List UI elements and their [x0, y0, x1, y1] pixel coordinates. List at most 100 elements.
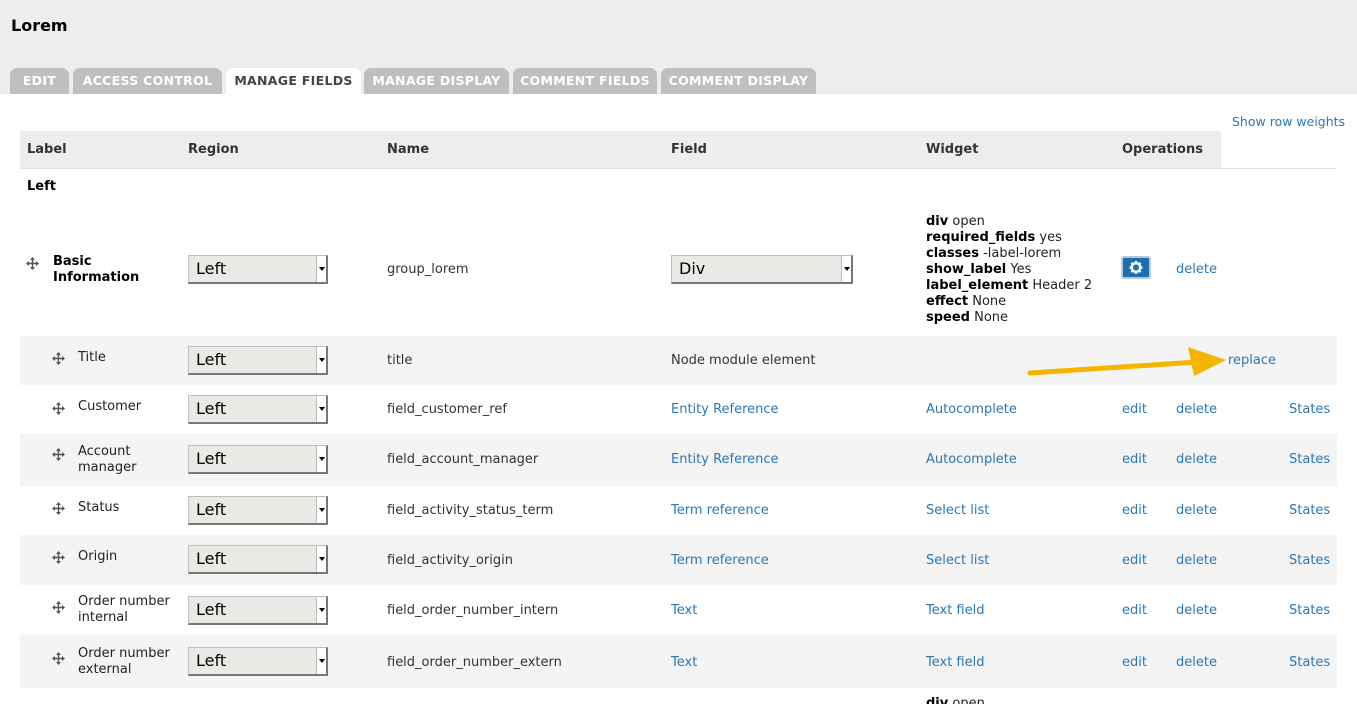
- widget-link[interactable]: Autocomplete: [926, 402, 1017, 417]
- column-header-region: Region: [188, 142, 239, 157]
- drag-handle-icon[interactable]: [52, 652, 65, 665]
- format-settings-button[interactable]: [1121, 256, 1151, 279]
- region-select[interactable]: Left: [188, 647, 328, 676]
- drag-handle-icon[interactable]: [52, 601, 65, 614]
- region-select[interactable]: Left: [188, 346, 328, 375]
- states-link[interactable]: States: [1289, 655, 1330, 670]
- widget-link[interactable]: Text field: [926, 655, 984, 670]
- field-machine-name: field_customer_ref: [387, 402, 507, 417]
- table-row: Customer Left field_customer_ref Entity …: [20, 385, 1337, 434]
- region-select[interactable]: Left: [188, 255, 328, 284]
- summary-line: required_fields yes: [926, 230, 1062, 245]
- field-label: Order number internal: [78, 594, 170, 625]
- edit-link[interactable]: edit: [1122, 503, 1147, 518]
- field-machine-name: field_activity_status_term: [387, 503, 554, 518]
- drag-handle-icon[interactable]: [52, 448, 65, 461]
- page-header: Lorem EDIT ACCESS CONTROL MANAGE FIELDS …: [0, 0, 1357, 94]
- table-row: Order number external Left field_order_n…: [20, 635, 1337, 688]
- field-type: Node module element: [671, 353, 816, 368]
- field-type-link[interactable]: Term reference: [671, 503, 769, 518]
- chevron-down-icon: [316, 597, 326, 623]
- edit-link[interactable]: edit: [1122, 655, 1147, 670]
- field-label: Order number external: [78, 646, 170, 677]
- group-machine-name: group_lorem: [387, 262, 469, 277]
- states-link[interactable]: States: [1289, 603, 1330, 618]
- chevron-down-icon: [316, 648, 326, 674]
- show-row-weights-link[interactable]: Show row weights: [1232, 114, 1345, 129]
- delete-link[interactable]: delete: [1176, 655, 1217, 670]
- table-row-group: Basic Information Left group_lorem Div d…: [20, 199, 1337, 336]
- edit-link[interactable]: edit: [1122, 603, 1147, 618]
- summary-line: show_label Yes: [926, 262, 1032, 277]
- states-link[interactable]: States: [1289, 553, 1330, 568]
- column-header-label: Label: [27, 142, 67, 157]
- tab-edit[interactable]: EDIT: [10, 68, 69, 94]
- annotation-arrow-icon: [1027, 347, 1226, 376]
- field-label: Title: [78, 350, 106, 365]
- field-label: Account manager: [78, 444, 137, 475]
- delete-link[interactable]: delete: [1176, 603, 1217, 618]
- region-select[interactable]: Left: [188, 395, 328, 424]
- column-header-widget: Widget: [926, 142, 979, 157]
- table-row: Origin Left field_activity_origin Term r…: [20, 535, 1337, 585]
- delete-link[interactable]: delete: [1176, 503, 1217, 518]
- field-machine-name: field_order_number_intern: [387, 603, 559, 618]
- tab-manage-fields[interactable]: MANAGE FIELDS: [226, 68, 361, 94]
- field-machine-name: field_order_number_extern: [387, 655, 562, 670]
- chevron-down-icon: [316, 347, 326, 373]
- delete-link[interactable]: delete: [1176, 402, 1217, 417]
- widget-link[interactable]: Text field: [926, 603, 984, 618]
- group-format-summary: div open: [926, 696, 985, 704]
- field-type-link[interactable]: Term reference: [671, 553, 769, 568]
- drag-handle-icon[interactable]: [52, 502, 65, 515]
- group-label: Basic Information: [53, 254, 140, 285]
- delete-link[interactable]: delete: [1176, 553, 1217, 568]
- edit-link[interactable]: edit: [1122, 452, 1147, 467]
- region-select[interactable]: Left: [188, 596, 328, 625]
- field-label: Origin: [78, 549, 118, 564]
- tab-access-control[interactable]: ACCESS CONTROL: [73, 68, 222, 94]
- states-link[interactable]: States: [1289, 402, 1330, 417]
- delete-link[interactable]: delete: [1176, 452, 1217, 467]
- summary-line: label_element Header 2: [926, 278, 1093, 293]
- widget-link[interactable]: Autocomplete: [926, 452, 1017, 467]
- column-header-name: Name: [387, 142, 430, 157]
- chevron-down-icon: [316, 446, 326, 472]
- chevron-down-icon: [316, 497, 326, 523]
- replace-link[interactable]: replace: [1228, 353, 1276, 368]
- drag-handle-icon[interactable]: [52, 402, 65, 415]
- field-machine-name: field_activity_origin: [387, 553, 513, 568]
- group-format-select[interactable]: Div: [671, 255, 853, 284]
- states-link[interactable]: States: [1289, 503, 1330, 518]
- tab-comment-fields[interactable]: COMMENT FIELDS: [513, 68, 657, 94]
- edit-link[interactable]: edit: [1122, 402, 1147, 417]
- region-select[interactable]: Left: [188, 445, 328, 474]
- region-select[interactable]: Left: [188, 545, 328, 574]
- edit-link[interactable]: edit: [1122, 553, 1147, 568]
- drag-handle-icon[interactable]: [52, 551, 65, 564]
- page-title: Lorem: [11, 16, 68, 35]
- field-type-link[interactable]: Text: [671, 603, 697, 618]
- table-row: Account manager Left field_account_manag…: [20, 434, 1337, 486]
- drag-handle-icon[interactable]: [26, 257, 39, 270]
- table-row: Status Left field_activity_status_term T…: [20, 486, 1337, 535]
- gear-icon: [1129, 261, 1143, 274]
- region-label: Left: [27, 179, 56, 194]
- field-type-link[interactable]: Entity Reference: [671, 452, 779, 467]
- field-type-link[interactable]: Entity Reference: [671, 402, 779, 417]
- field-label: Status: [78, 500, 120, 515]
- table-row: Order number internal Left field_order_n…: [20, 585, 1337, 635]
- states-link[interactable]: States: [1289, 452, 1330, 467]
- group-format-summary: div open required_fields yes classes -la…: [926, 214, 1092, 326]
- field-type-link[interactable]: Text: [671, 655, 697, 670]
- widget-link[interactable]: Select list: [926, 503, 989, 518]
- tab-manage-display[interactable]: MANAGE DISPLAY: [364, 68, 509, 94]
- tab-comment-display[interactable]: COMMENT DISPLAY: [661, 68, 816, 94]
- drag-handle-icon[interactable]: [52, 352, 65, 365]
- region-select[interactable]: Left: [188, 496, 328, 525]
- summary-line: div open: [926, 214, 985, 229]
- field-machine-name: field_account_manager: [387, 452, 539, 467]
- widget-link[interactable]: Select list: [926, 553, 989, 568]
- group-delete-link[interactable]: delete: [1176, 262, 1217, 277]
- chevron-down-icon: [841, 256, 851, 282]
